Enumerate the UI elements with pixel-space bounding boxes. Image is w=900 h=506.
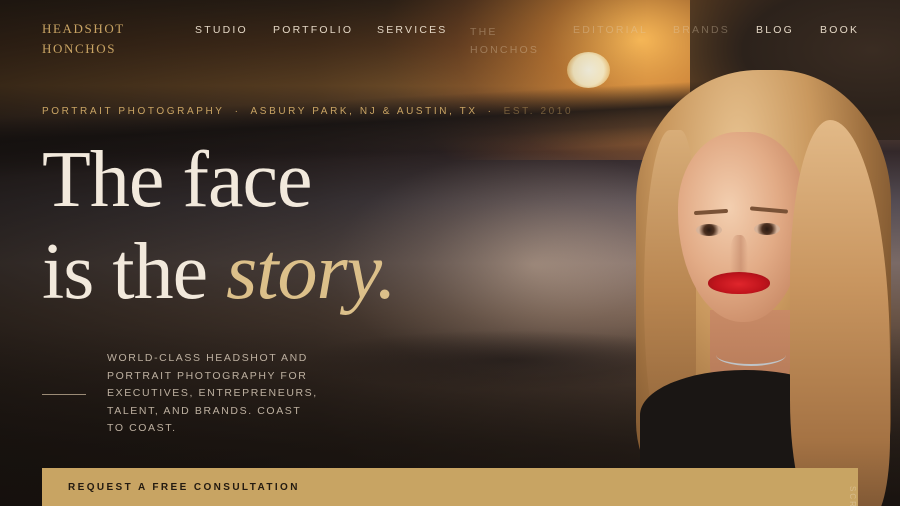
tagline-separator: · (234, 106, 241, 117)
tagline-service: PORTRAIT PHOTOGRAPHY (42, 106, 225, 117)
nav-item-book[interactable]: BOOK (820, 24, 859, 36)
hero-subcopy: WORLD-CLASS HEADSHOT AND PORTRAIT PHOTOG… (107, 352, 318, 434)
nav-item-editorial[interactable]: EDITORIAL (573, 24, 648, 36)
tagline-locations: ASBURY PARK, NJ & AUSTIN, TX (250, 106, 478, 117)
main-nav: STUDIO PORTFOLIO SERVICES THE HONCHOS ED… (0, 24, 900, 56)
eye-left (696, 224, 722, 236)
tagline-established: EST. 2010 (503, 106, 574, 117)
tagline-separator: · (487, 106, 494, 117)
headline-accent-text: story. (226, 228, 397, 316)
headline-line-1: The face (42, 136, 313, 224)
nav-item-services[interactable]: SERVICES (377, 24, 448, 36)
red-lips (708, 272, 770, 294)
nav-item-blog[interactable]: BLOG (756, 24, 794, 36)
request-consultation-button[interactable]: REQUEST A FREE CONSULTATION (42, 468, 858, 506)
nav-item-portfolio[interactable]: PORTFOLIO (273, 24, 353, 36)
nav-item-brands[interactable]: BRANDS (673, 24, 730, 36)
headline-line-2: is the story. (42, 226, 397, 318)
necklace (716, 344, 786, 366)
nav-item-studio[interactable]: STUDIO (195, 24, 248, 36)
portrait-subject (630, 60, 900, 506)
hero-tagline: PORTRAIT PHOTOGRAPHY · ASBURY PARK, NJ & A… (42, 106, 573, 117)
scroll-hint: SCROLL (848, 486, 857, 506)
decorative-rule (42, 394, 86, 395)
nav-item-the-honchos[interactable]: THE HONCHOS (470, 23, 550, 59)
hero-headline: The face is the story. (42, 134, 397, 318)
headline-plain-text: is the (42, 228, 227, 316)
eye-right (754, 223, 780, 235)
cta-label: REQUEST A FREE CONSULTATION (68, 482, 300, 493)
